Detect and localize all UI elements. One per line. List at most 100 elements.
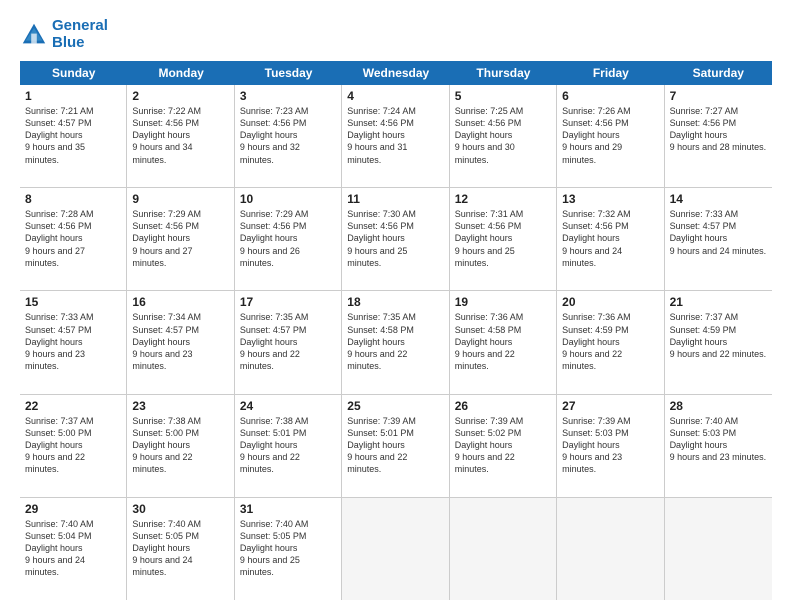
empty-cell: [342, 498, 449, 600]
day-info: Sunrise: 7:31 AMSunset: 4:56 PMDaylight …: [455, 208, 551, 269]
day-info: Sunrise: 7:40 AMSunset: 5:05 PMDaylight …: [132, 518, 228, 579]
header-day-saturday: Saturday: [665, 61, 772, 85]
day-cell-5: 5Sunrise: 7:25 AMSunset: 4:56 PMDaylight…: [450, 85, 557, 187]
day-info: Sunrise: 7:30 AMSunset: 4:56 PMDaylight …: [347, 208, 443, 269]
day-info: Sunrise: 7:23 AMSunset: 4:56 PMDaylight …: [240, 105, 336, 166]
day-cell-21: 21 Sunrise: 7:37 AMSunset: 4:59 PMDayligh…: [665, 291, 772, 393]
day-number: 23: [132, 399, 228, 413]
day-info: Sunrise: 7:29 AMSunset: 4:56 PMDaylight …: [132, 208, 228, 269]
day-info: Sunrise: 7:37 AMSunset: 4:59 PMDaylight …: [670, 311, 767, 360]
calendar-row-4: 22 Sunrise: 7:37 AMSunset: 5:00 PMDayligh…: [20, 395, 772, 498]
day-info: Sunrise: 7:37 AMSunset: 5:00 PMDaylight …: [25, 415, 121, 476]
day-cell-11: 11 Sunrise: 7:30 AMSunset: 4:56 PMDayligh…: [342, 188, 449, 290]
day-number: 25: [347, 399, 443, 413]
day-number: 30: [132, 502, 228, 516]
day-info: Sunrise: 7:38 AMSunset: 5:00 PMDaylight …: [132, 415, 228, 476]
day-number: 31: [240, 502, 336, 516]
logo-text: General Blue: [52, 18, 108, 51]
day-cell-1: 1 Sunrise: 7:21 AMSunset: 4:57 PMDaylight…: [20, 85, 127, 187]
day-info: Sunrise: 7:27 AMSunset: 4:56 PMDaylight …: [670, 105, 767, 154]
day-info: Sunrise: 7:26 AMSunset: 4:56 PMDaylight …: [562, 105, 658, 166]
day-cell-10: 10 Sunrise: 7:29 AMSunset: 4:56 PMDayligh…: [235, 188, 342, 290]
day-cell-18: 18 Sunrise: 7:35 AMSunset: 4:58 PMDayligh…: [342, 291, 449, 393]
day-number: 12: [455, 192, 551, 206]
header-day-thursday: Thursday: [450, 61, 557, 85]
day-number: 4: [347, 89, 443, 103]
day-number: 15: [25, 295, 121, 309]
day-cell-25: 25 Sunrise: 7:39 AMSunset: 5:01 PMDayligh…: [342, 395, 449, 497]
day-info: Sunrise: 7:21 AMSunset: 4:57 PMDaylight …: [25, 105, 121, 166]
header-day-sunday: Sunday: [20, 61, 127, 85]
day-cell-9: 9 Sunrise: 7:29 AMSunset: 4:56 PMDaylight…: [127, 188, 234, 290]
day-cell-13: 13 Sunrise: 7:32 AMSunset: 4:56 PMDayligh…: [557, 188, 664, 290]
day-cell-20: 20 Sunrise: 7:36 AMSunset: 4:59 PMDayligh…: [557, 291, 664, 393]
day-info: Sunrise: 7:28 AMSunset: 4:56 PMDaylight …: [25, 208, 121, 269]
day-cell-15: 15 Sunrise: 7:33 AMSunset: 4:57 PMDayligh…: [20, 291, 127, 393]
day-info: Sunrise: 7:29 AMSunset: 4:56 PMDaylight …: [240, 208, 336, 269]
day-number: 11: [347, 192, 443, 206]
empty-cell: [557, 498, 664, 600]
empty-cell: [450, 498, 557, 600]
day-info: Sunrise: 7:32 AMSunset: 4:56 PMDaylight …: [562, 208, 658, 269]
day-cell-8: 8 Sunrise: 7:28 AMSunset: 4:56 PMDaylight…: [20, 188, 127, 290]
header-day-friday: Friday: [557, 61, 664, 85]
day-info: Sunrise: 7:36 AMSunset: 4:59 PMDaylight …: [562, 311, 658, 372]
day-number: 13: [562, 192, 658, 206]
calendar: SundayMondayTuesdayWednesdayThursdayFrid…: [20, 61, 772, 600]
day-cell-30: 30 Sunrise: 7:40 AMSunset: 5:05 PMDayligh…: [127, 498, 234, 600]
day-info: Sunrise: 7:33 AMSunset: 4:57 PMDaylight …: [670, 208, 767, 257]
day-cell-27: 27 Sunrise: 7:39 AMSunset: 5:03 PMDayligh…: [557, 395, 664, 497]
day-number: 19: [455, 295, 551, 309]
day-number: 27: [562, 399, 658, 413]
day-cell-22: 22 Sunrise: 7:37 AMSunset: 5:00 PMDayligh…: [20, 395, 127, 497]
day-info: Sunrise: 7:39 AMSunset: 5:01 PMDaylight …: [347, 415, 443, 476]
calendar-row-2: 8 Sunrise: 7:28 AMSunset: 4:56 PMDaylight…: [20, 188, 772, 291]
day-number: 20: [562, 295, 658, 309]
day-info: Sunrise: 7:36 AMSunset: 4:58 PMDaylight …: [455, 311, 551, 372]
header-day-monday: Monday: [127, 61, 234, 85]
calendar-body: 1 Sunrise: 7:21 AMSunset: 4:57 PMDaylight…: [20, 85, 772, 600]
day-info: Sunrise: 7:25 AMSunset: 4:56 PMDaylight …: [455, 105, 551, 166]
day-cell-3: 3 Sunrise: 7:23 AMSunset: 4:56 PMDaylight…: [235, 85, 342, 187]
day-number: 22: [25, 399, 121, 413]
day-info: Sunrise: 7:22 AMSunset: 4:56 PMDaylight …: [132, 105, 228, 166]
day-number: 8: [25, 192, 121, 206]
day-info: Sunrise: 7:38 AMSunset: 5:01 PMDaylight …: [240, 415, 336, 476]
day-cell-31: 31 Sunrise: 7:40 AMSunset: 5:05 PMDayligh…: [235, 498, 342, 600]
page-header: General Blue: [20, 18, 772, 51]
day-cell-24: 24Sunrise: 7:38 AMSunset: 5:01 PMDayligh…: [235, 395, 342, 497]
calendar-row-5: 29Sunrise: 7:40 AMSunset: 5:04 PMDayligh…: [20, 498, 772, 600]
day-info: Sunrise: 7:34 AMSunset: 4:57 PMDaylight …: [132, 311, 228, 372]
day-info: Sunrise: 7:40 AMSunset: 5:04 PMDaylight …: [25, 518, 121, 579]
day-info: Sunrise: 7:33 AMSunset: 4:57 PMDaylight …: [25, 311, 121, 372]
day-number: 18: [347, 295, 443, 309]
day-cell-29: 29Sunrise: 7:40 AMSunset: 5:04 PMDayligh…: [20, 498, 127, 600]
day-number: 2: [132, 89, 228, 103]
day-number: 1: [25, 89, 121, 103]
day-cell-4: 4Sunrise: 7:24 AMSunset: 4:56 PMDaylight…: [342, 85, 449, 187]
day-info: Sunrise: 7:35 AMSunset: 4:57 PMDaylight …: [240, 311, 336, 372]
day-info: Sunrise: 7:35 AMSunset: 4:58 PMDaylight …: [347, 311, 443, 372]
day-info: Sunrise: 7:40 AMSunset: 5:05 PMDaylight …: [240, 518, 336, 579]
calendar-row-3: 15 Sunrise: 7:33 AMSunset: 4:57 PMDayligh…: [20, 291, 772, 394]
day-number: 3: [240, 89, 336, 103]
day-number: 14: [670, 192, 767, 206]
day-number: 9: [132, 192, 228, 206]
day-cell-7: 7Sunrise: 7:27 AMSunset: 4:56 PMDaylight…: [665, 85, 772, 187]
logo-icon: [20, 21, 48, 49]
calendar-row-1: 1 Sunrise: 7:21 AMSunset: 4:57 PMDaylight…: [20, 85, 772, 188]
day-info: Sunrise: 7:39 AMSunset: 5:03 PMDaylight …: [562, 415, 658, 476]
header-day-tuesday: Tuesday: [235, 61, 342, 85]
day-cell-17: 17 Sunrise: 7:35 AMSunset: 4:57 PMDayligh…: [235, 291, 342, 393]
calendar-header: SundayMondayTuesdayWednesdayThursdayFrid…: [20, 61, 772, 85]
day-number: 21: [670, 295, 767, 309]
day-cell-28: 28Sunrise: 7:40 AMSunset: 5:03 PMDayligh…: [665, 395, 772, 497]
empty-cell: [665, 498, 772, 600]
logo: General Blue: [20, 18, 108, 51]
day-cell-16: 16 Sunrise: 7:34 AMSunset: 4:57 PMDayligh…: [127, 291, 234, 393]
header-day-wednesday: Wednesday: [342, 61, 449, 85]
day-cell-2: 2 Sunrise: 7:22 AMSunset: 4:56 PMDaylight…: [127, 85, 234, 187]
day-number: 17: [240, 295, 336, 309]
day-number: 10: [240, 192, 336, 206]
day-number: 16: [132, 295, 228, 309]
